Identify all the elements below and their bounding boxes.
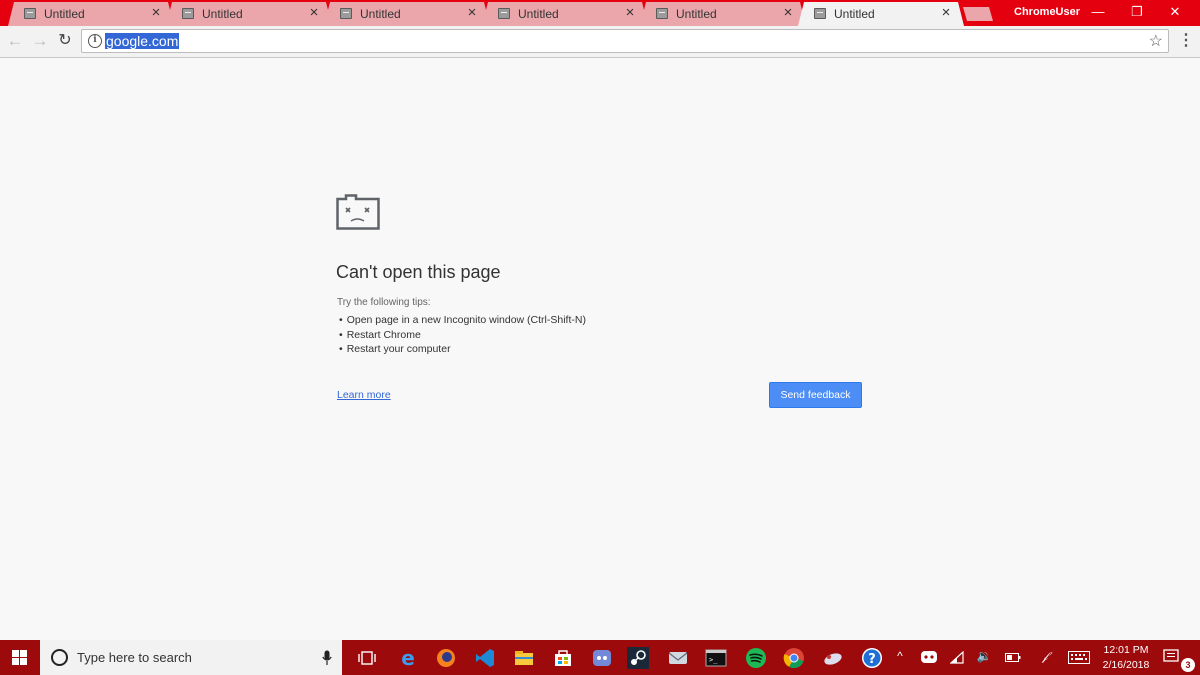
tab-title: Untitled [202,7,243,21]
restore-icon[interactable]: ❐ [1122,2,1152,22]
task-view-icon[interactable] [354,645,380,671]
vscode-icon[interactable] [472,645,498,671]
app-bird-icon[interactable] [820,645,846,671]
discord-app-icon[interactable] [589,645,615,671]
broken-page-icon [814,8,826,19]
edge-icon[interactable]: e [395,645,421,671]
forward-icon[interactable]: → [30,31,50,51]
broken-page-icon [498,8,510,19]
browser-tab[interactable]: Untitled × [166,2,332,26]
chevron-up-icon[interactable]: ^ [893,649,907,663]
broken-page-icon [656,8,668,19]
pen-icon[interactable]: 𝒻 [1036,649,1054,664]
wifi-icon[interactable] [950,651,966,664]
cortana-icon [51,649,68,666]
menu-icon[interactable]: ⋮ [1178,32,1194,50]
tips-intro: Try the following tips: [337,297,431,308]
help-icon[interactable]: ? [859,645,885,671]
spotify-icon[interactable] [743,645,769,671]
store-icon[interactable] [550,645,576,671]
tip-item: Restart your computer [339,342,586,357]
profile-button[interactable]: ChromeUser [1014,6,1080,18]
microphone-icon[interactable] [322,650,332,666]
address-bar[interactable]: i google.com ☆ [81,29,1169,53]
browser-tab[interactable]: Untitled × [324,2,490,26]
tab-title: Untitled [834,7,875,21]
tips-list: Open page in a new Incognito window (Ctr… [339,313,586,357]
tab-close-icon[interactable]: × [148,4,164,21]
clock-date[interactable]: 2/16/2018 [1098,659,1154,671]
sad-tab-icon [336,194,380,230]
firefox-icon[interactable] [433,645,459,671]
svg-text:?: ? [868,652,876,667]
windows-start-icon[interactable] [0,640,40,675]
broken-page-icon [182,8,194,19]
tab-close-icon[interactable]: × [464,4,480,21]
volume-icon[interactable]: 🔉 [975,649,993,663]
url-text[interactable]: google.com [105,33,180,49]
browser-tab[interactable]: Untitled × [640,2,806,26]
chrome-icon[interactable] [781,645,807,671]
svg-text:>_: >_ [709,656,718,664]
tab-title: Untitled [676,7,717,21]
tab-title: Untitled [360,7,401,21]
search-placeholder: Type here to search [77,650,192,665]
browser-tab[interactable]: Untitled × [482,2,648,26]
steam-icon[interactable] [625,645,651,671]
minimize-icon[interactable]: — [1083,2,1113,22]
reload-icon[interactable]: ↻ [55,31,75,51]
tab-title: Untitled [518,7,559,21]
title-bar: Untitled × Untitled × Untitled × Untitle… [0,0,1200,26]
battery-icon[interactable] [1005,653,1021,662]
info-icon[interactable]: i [88,34,102,48]
tab-close-icon[interactable]: × [938,4,954,21]
terminal-icon[interactable]: >_ [703,645,729,671]
learn-more-link[interactable]: Learn more [337,389,391,401]
browser-toolbar: ← → ↻ i google.com ☆ ⋮ [0,26,1200,58]
mail-app-icon[interactable] [665,645,691,671]
close-window-icon[interactable]: ✕ [1160,2,1190,22]
tab-title: Untitled [44,7,85,21]
error-heading: Can't open this page [336,262,501,282]
taskbar: Type here to search e >_ ? ^ 🔉 𝒻 12:01 P… [0,640,1200,675]
back-icon[interactable]: ← [5,31,25,51]
browser-tab[interactable]: Untitled × [8,2,174,26]
file-explorer-icon[interactable] [511,645,537,671]
bookmark-star-icon[interactable]: ☆ [1149,31,1163,51]
new-tab-button[interactable] [963,7,993,21]
taskbar-search-box[interactable]: Type here to search [40,640,342,675]
browser-tab-active[interactable]: Untitled × [798,2,964,26]
tab-close-icon[interactable]: × [780,4,796,21]
notifications-icon[interactable] [1163,649,1179,664]
tip-item: Restart Chrome [339,328,586,343]
broken-page-icon [340,8,352,19]
discord-tray-icon[interactable] [920,650,938,664]
tab-close-icon[interactable]: × [622,4,638,21]
tab-close-icon[interactable]: × [306,4,322,21]
notification-count-badge: 3 [1181,658,1195,672]
keyboard-icon[interactable] [1068,651,1090,664]
send-feedback-button[interactable]: Send feedback [769,382,862,408]
tip-item: Open page in a new Incognito window (Ctr… [339,313,586,328]
broken-page-icon [24,8,36,19]
clock-time[interactable]: 12:01 PM [1098,644,1154,656]
svg-text:e: e [401,646,415,670]
